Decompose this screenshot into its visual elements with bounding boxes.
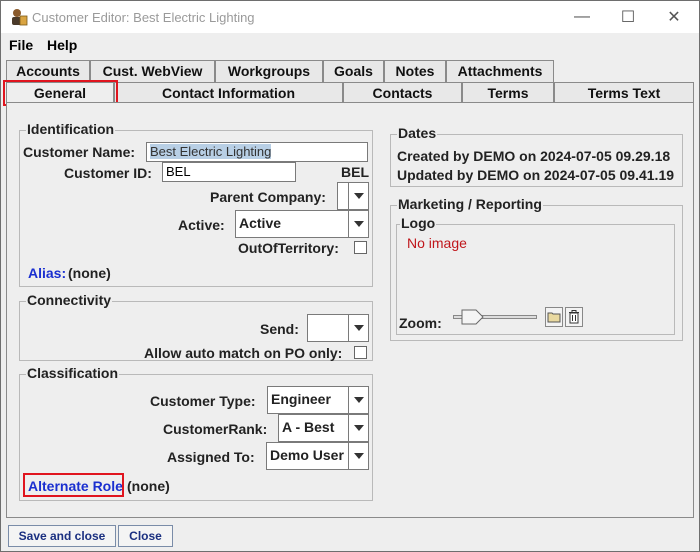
tab-accounts[interactable]: Accounts bbox=[6, 60, 90, 82]
connectivity-group: Connectivity Send: Allow auto match on P… bbox=[19, 292, 373, 361]
tab-contact-information[interactable]: Contact Information bbox=[114, 82, 343, 104]
chevron-down-icon bbox=[348, 211, 368, 237]
created-line: Created by DEMO on 2024-07-05 09.29.18 bbox=[397, 148, 670, 164]
chevron-down-icon bbox=[348, 315, 368, 341]
customer-id-field[interactable]: BEL bbox=[162, 162, 296, 182]
send-label: Send: bbox=[260, 321, 299, 337]
alias-link[interactable]: Alias: bbox=[28, 265, 66, 281]
title-bar: Customer Editor: Best Electric Lighting … bbox=[1, 1, 699, 33]
maximize-button[interactable]: ☐ bbox=[605, 1, 651, 33]
assigned-to-dropdown[interactable]: Demo User bbox=[266, 442, 369, 470]
send-dropdown[interactable] bbox=[307, 314, 369, 342]
marketing-legend: Marketing / Reporting bbox=[397, 196, 543, 212]
person-icon bbox=[12, 9, 28, 26]
menu-bar: File Help bbox=[1, 33, 699, 57]
dates-group: Dates Created by DEMO on 2024-07-05 09.2… bbox=[390, 125, 683, 187]
customer-name-value: Best Electric Lighting bbox=[150, 144, 272, 159]
chevron-down-icon bbox=[348, 183, 368, 209]
tab-workgroups[interactable]: Workgroups bbox=[215, 60, 323, 82]
chevron-down-icon bbox=[348, 443, 368, 469]
alternate-role-value: (none) bbox=[127, 478, 170, 494]
marketing-reporting-group: Marketing / Reporting Logo No image Zoom… bbox=[390, 196, 683, 341]
trash-icon bbox=[569, 310, 579, 324]
logo-legend: Logo bbox=[400, 215, 437, 231]
no-image-text: No image bbox=[407, 235, 467, 251]
minimize-icon: — bbox=[574, 8, 590, 25]
customer-code: BEL bbox=[341, 164, 369, 180]
active-value: Active bbox=[239, 215, 282, 231]
customer-type-dropdown[interactable]: Engineer bbox=[267, 386, 369, 414]
zoom-slider-thumb[interactable] bbox=[461, 309, 485, 325]
connectivity-legend: Connectivity bbox=[26, 292, 113, 308]
maximize-icon: ☐ bbox=[620, 9, 636, 26]
close-button[interactable]: Close bbox=[118, 525, 173, 547]
parent-company-label: Parent Company: bbox=[210, 189, 326, 205]
updated-on: on bbox=[523, 167, 541, 183]
updated-user: DEMO bbox=[477, 167, 520, 183]
close-icon: ✕ bbox=[667, 9, 681, 26]
chevron-down-icon bbox=[348, 387, 368, 413]
delete-image-button[interactable] bbox=[565, 307, 583, 327]
open-image-button[interactable] bbox=[545, 307, 563, 327]
minimize-button[interactable]: — bbox=[559, 1, 605, 33]
window-title: Customer Editor: Best Electric Lighting bbox=[32, 10, 255, 25]
tab-contacts[interactable]: Contacts bbox=[343, 82, 462, 104]
tab-cust-webview[interactable]: Cust. WebView bbox=[90, 60, 215, 82]
save-and-close-button[interactable]: Save and close bbox=[8, 525, 116, 547]
classification-group: Classification Customer Type: Engineer C… bbox=[19, 365, 373, 501]
tab-notes[interactable]: Notes bbox=[384, 60, 446, 82]
tab-goals[interactable]: Goals bbox=[323, 60, 384, 82]
assigned-to-value: Demo User bbox=[270, 447, 344, 463]
highlight-alternate-role bbox=[23, 473, 124, 497]
auto-match-label: Allow auto match on PO only: bbox=[144, 345, 343, 361]
general-tab-panel: Identification Customer Name: Best Elect… bbox=[6, 102, 694, 518]
dates-legend: Dates bbox=[397, 125, 438, 141]
zoom-slider[interactable] bbox=[451, 309, 539, 325]
tab-terms-text[interactable]: Terms Text bbox=[554, 82, 694, 104]
identification-group: Identification Customer Name: Best Elect… bbox=[19, 121, 373, 287]
out-of-territory-label: OutOfTerritory: bbox=[238, 240, 339, 256]
menu-file[interactable]: File bbox=[9, 37, 33, 53]
customer-id-label: Customer ID: bbox=[64, 165, 152, 181]
updated-line: Updated by DEMO on 2024-07-05 09.41.19 bbox=[397, 167, 674, 183]
customer-rank-value: A - Best bbox=[282, 419, 335, 435]
customer-rank-label: CustomerRank: bbox=[163, 421, 268, 437]
zoom-label: Zoom: bbox=[399, 315, 442, 331]
created-timestamp: 2024-07-05 09.29.18 bbox=[540, 148, 671, 164]
customer-type-label: Customer Type: bbox=[150, 393, 256, 409]
customer-name-field[interactable]: Best Electric Lighting bbox=[146, 142, 368, 162]
close-window-button[interactable]: ✕ bbox=[651, 1, 697, 33]
updated-prefix: Updated by bbox=[397, 167, 474, 183]
parent-company-dropdown[interactable] bbox=[337, 182, 369, 210]
created-user: DEMO bbox=[473, 148, 516, 164]
customer-type-value: Engineer bbox=[271, 391, 331, 407]
assigned-to-label: Assigned To: bbox=[167, 449, 255, 465]
classification-legend: Classification bbox=[26, 365, 120, 381]
customer-name-label: Customer Name: bbox=[23, 144, 136, 160]
tab-terms[interactable]: Terms bbox=[462, 82, 554, 104]
out-of-territory-checkbox[interactable] bbox=[354, 241, 367, 254]
active-label: Active: bbox=[178, 217, 225, 233]
identification-legend: Identification bbox=[26, 121, 116, 137]
menu-help[interactable]: Help bbox=[47, 37, 77, 53]
updated-timestamp: 2024-07-05 09.41.19 bbox=[544, 167, 675, 183]
alias-value: (none) bbox=[68, 265, 111, 281]
auto-match-checkbox[interactable] bbox=[354, 346, 367, 359]
created-on: on bbox=[519, 148, 537, 164]
tab-attachments[interactable]: Attachments bbox=[446, 60, 554, 82]
logo-group: Logo No image Zoom: bbox=[396, 215, 675, 335]
created-prefix: Created by bbox=[397, 148, 470, 164]
customer-rank-dropdown[interactable]: A - Best bbox=[278, 414, 369, 442]
chevron-down-icon bbox=[348, 415, 368, 441]
folder-icon bbox=[547, 312, 561, 323]
active-dropdown[interactable]: Active bbox=[235, 210, 369, 238]
customer-editor-window: Customer Editor: Best Electric Lighting … bbox=[0, 0, 700, 552]
